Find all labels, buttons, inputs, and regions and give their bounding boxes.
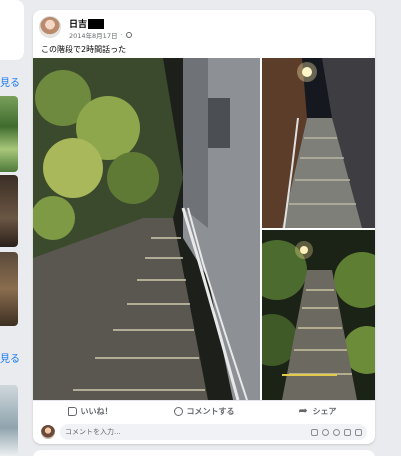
comment-input-box[interactable] [60, 424, 367, 440]
sidebar-see-more-link[interactable]: 見る [0, 74, 20, 89]
redaction-bar [88, 18, 105, 29]
author-name-link[interactable]: 日吉 [69, 17, 105, 30]
post-caption: この階段で2時間話った [41, 45, 127, 54]
share-arrow-icon [299, 404, 309, 417]
emoji-icon[interactable] [322, 428, 329, 436]
avatar-sticker-icon[interactable] [311, 428, 318, 436]
sidebar-thumbnail[interactable] [0, 175, 18, 247]
globe-icon [125, 32, 132, 38]
post-photo-3[interactable] [262, 230, 375, 400]
post-header: 日吉 2014年8月17日 · [39, 16, 369, 42]
sidebar-thumbnail[interactable] [0, 385, 18, 456]
sidebar-see-more-link[interactable]: 見る [0, 350, 20, 365]
current-user-avatar[interactable] [41, 425, 55, 439]
camera-icon[interactable] [333, 428, 340, 436]
comment-input[interactable] [65, 428, 307, 436]
author-name[interactable]: 日吉 [69, 17, 87, 30]
sidebar-thumbnail[interactable] [0, 252, 18, 326]
sticker-icon[interactable] [355, 428, 362, 436]
post-action-bar: いいね！ コメントする シェア [33, 400, 375, 422]
author-avatar[interactable] [39, 16, 61, 38]
thumbs-up-icon [67, 407, 77, 416]
comment-bubble-icon [173, 407, 183, 416]
comment-button[interactable]: コメントする [147, 401, 261, 422]
next-post-card [33, 450, 375, 456]
comment-label: コメントする [186, 407, 235, 416]
like-button[interactable]: いいね！ [33, 401, 147, 422]
post-photo-main[interactable] [33, 58, 260, 400]
post-meta: 2014年8月17日 · [69, 30, 132, 40]
share-button[interactable]: シェア [261, 401, 375, 422]
gif-icon[interactable] [344, 428, 351, 436]
post-photo-2[interactable] [262, 58, 375, 228]
post-card: 日吉 2014年8月17日 · この階段で2時間話った いいね！ コメントする … [33, 10, 375, 444]
share-label: シェア [312, 407, 337, 416]
comment-composer [41, 424, 367, 440]
sidebar-thumbnail[interactable] [0, 96, 18, 172]
post-date[interactable]: 2014年8月17日 [69, 30, 117, 40]
like-label: いいね！ [80, 407, 113, 416]
sidebar-card [0, 0, 24, 60]
